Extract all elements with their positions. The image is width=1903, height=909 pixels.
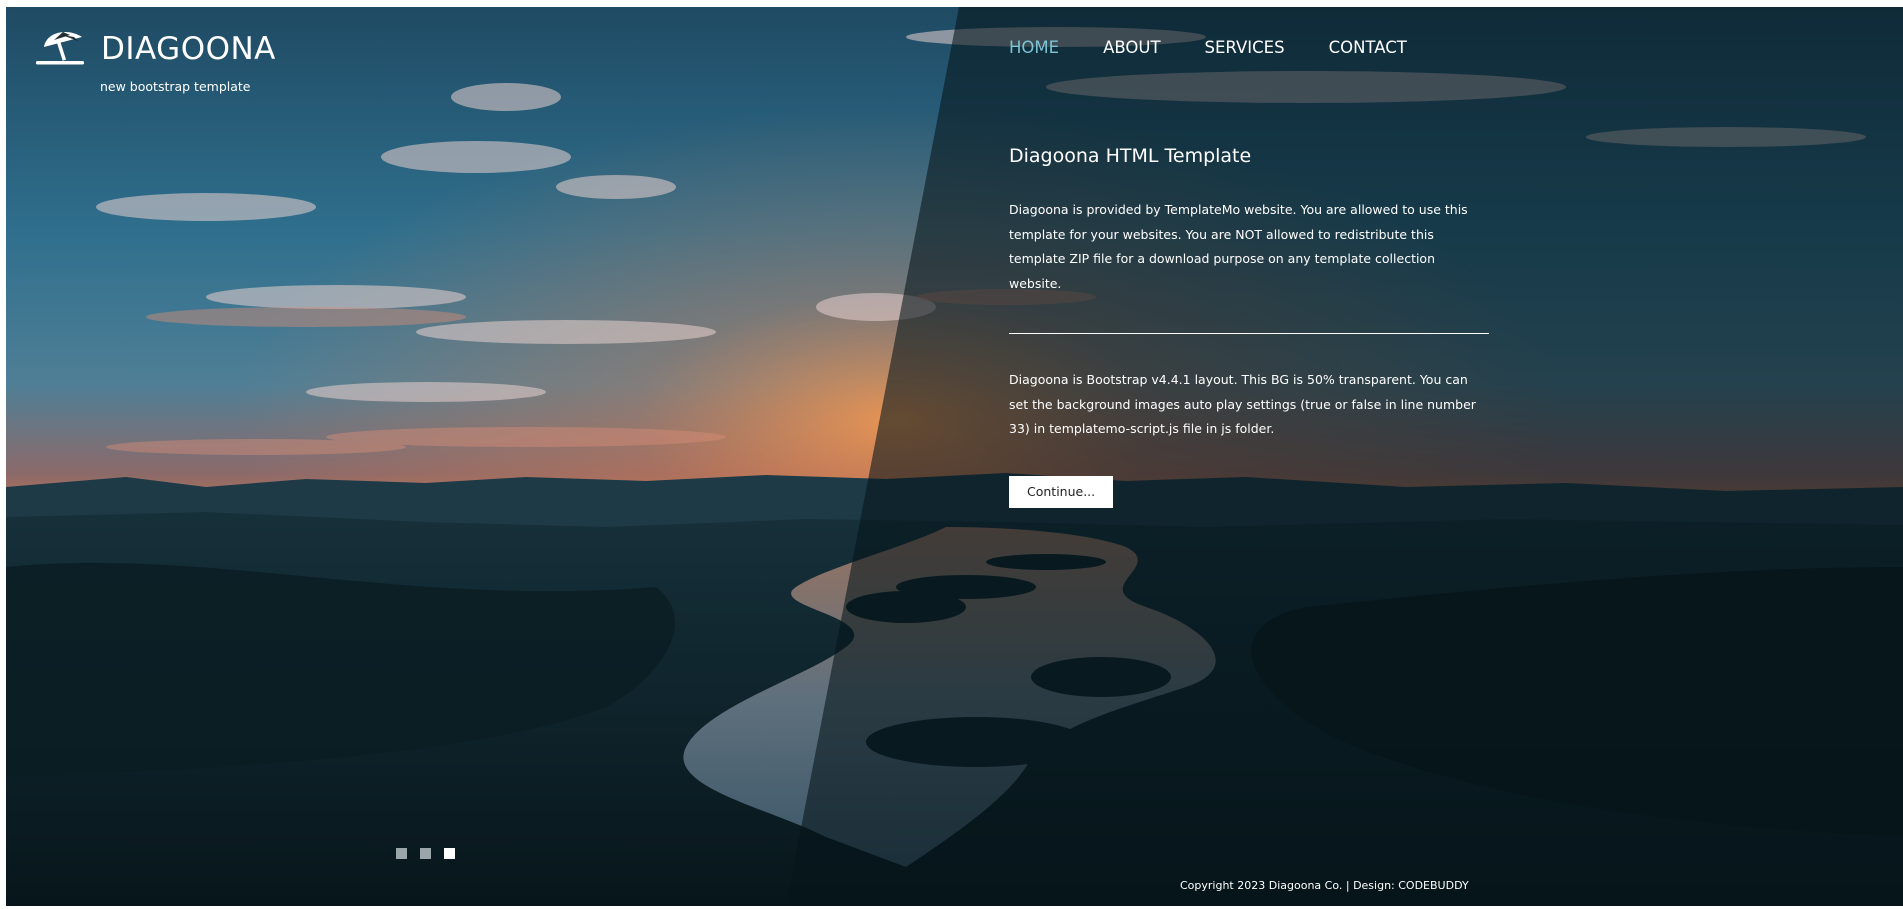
continue-button[interactable]: Continue... — [1009, 475, 1114, 508]
slider-dot-active[interactable] — [444, 848, 455, 859]
beach-umbrella-icon — [36, 32, 84, 65]
page-frame: DIAGOONA new bootstrap template HOME ABO… — [6, 7, 1903, 906]
nav-item-contact[interactable]: CONTACT — [1329, 38, 1407, 58]
intro-paragraph: Diagoona is provided by TemplateMo websi… — [1009, 202, 1468, 291]
nav-item-services[interactable]: SERVICES — [1205, 38, 1285, 58]
slider-dot[interactable] — [420, 848, 431, 859]
nav-item-home[interactable]: HOME — [1009, 38, 1059, 58]
slider-dots — [396, 848, 468, 859]
main-content: Diagoona HTML Template Diagoona is provi… — [1009, 140, 1489, 508]
content-divider — [1009, 333, 1489, 334]
brand-name: DIAGOONA — [101, 31, 276, 67]
brand[interactable]: DIAGOONA new bootstrap template — [36, 27, 276, 94]
brand-tagline: new bootstrap template — [100, 79, 251, 94]
details-paragraph: Diagoona is Bootstrap v4.4.1 layout. Thi… — [1009, 372, 1476, 436]
slider-dot[interactable] — [396, 848, 407, 859]
main-nav: HOME ABOUT SERVICES CONTACT — [1009, 38, 1451, 58]
background-image — [6, 7, 1903, 906]
nav-item-about[interactable]: ABOUT — [1103, 38, 1160, 58]
page-title: Diagoona HTML Template — [1009, 145, 1252, 167]
footer-copyright: Copyright 2023 Diagoona Co. | Design: CO… — [1180, 879, 1469, 892]
